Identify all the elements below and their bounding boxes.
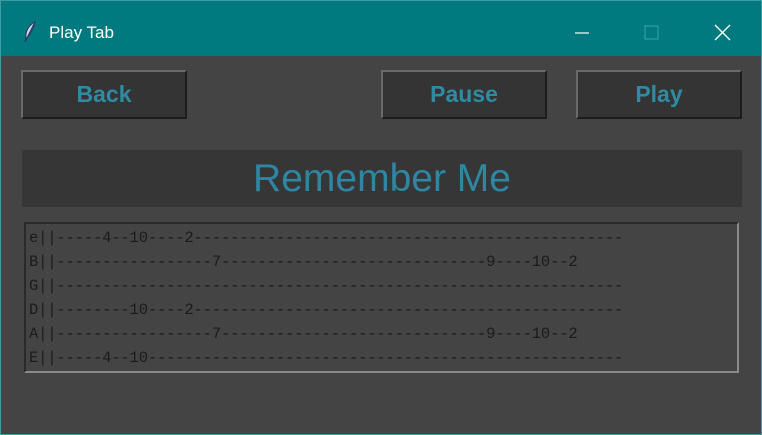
title-bar[interactable]: Play Tab [1,1,761,56]
tablature-display: e||-----4--10----2----------------------… [24,222,739,373]
pause-button[interactable]: Pause [381,70,547,119]
tab-line-a: A||-----------------7-------------------… [29,325,578,343]
tab-line-b: B||-----------------7-------------------… [29,253,578,271]
tab-line-d: D||--------10----2----------------------… [29,301,624,319]
tab-line-e-high: e||-----4--10----2----------------------… [29,229,624,247]
play-button[interactable]: Play [576,70,742,119]
app-window: Play Tab Back Pause Play Remember Me e||… [0,0,762,435]
maximize-button[interactable] [628,17,674,49]
window-title: Play Tab [49,23,114,42]
tab-line-e-low: E||-----4--10---------------------------… [29,349,624,367]
close-button[interactable] [699,17,745,49]
tab-line-g: G||-------------------------------------… [29,277,624,295]
feather-icon [21,21,41,43]
maximize-icon [644,25,659,40]
close-icon [714,24,731,41]
song-title: Remember Me [22,150,742,207]
back-button[interactable]: Back [21,70,187,119]
minimize-icon [575,32,589,34]
minimize-button[interactable] [559,17,605,49]
